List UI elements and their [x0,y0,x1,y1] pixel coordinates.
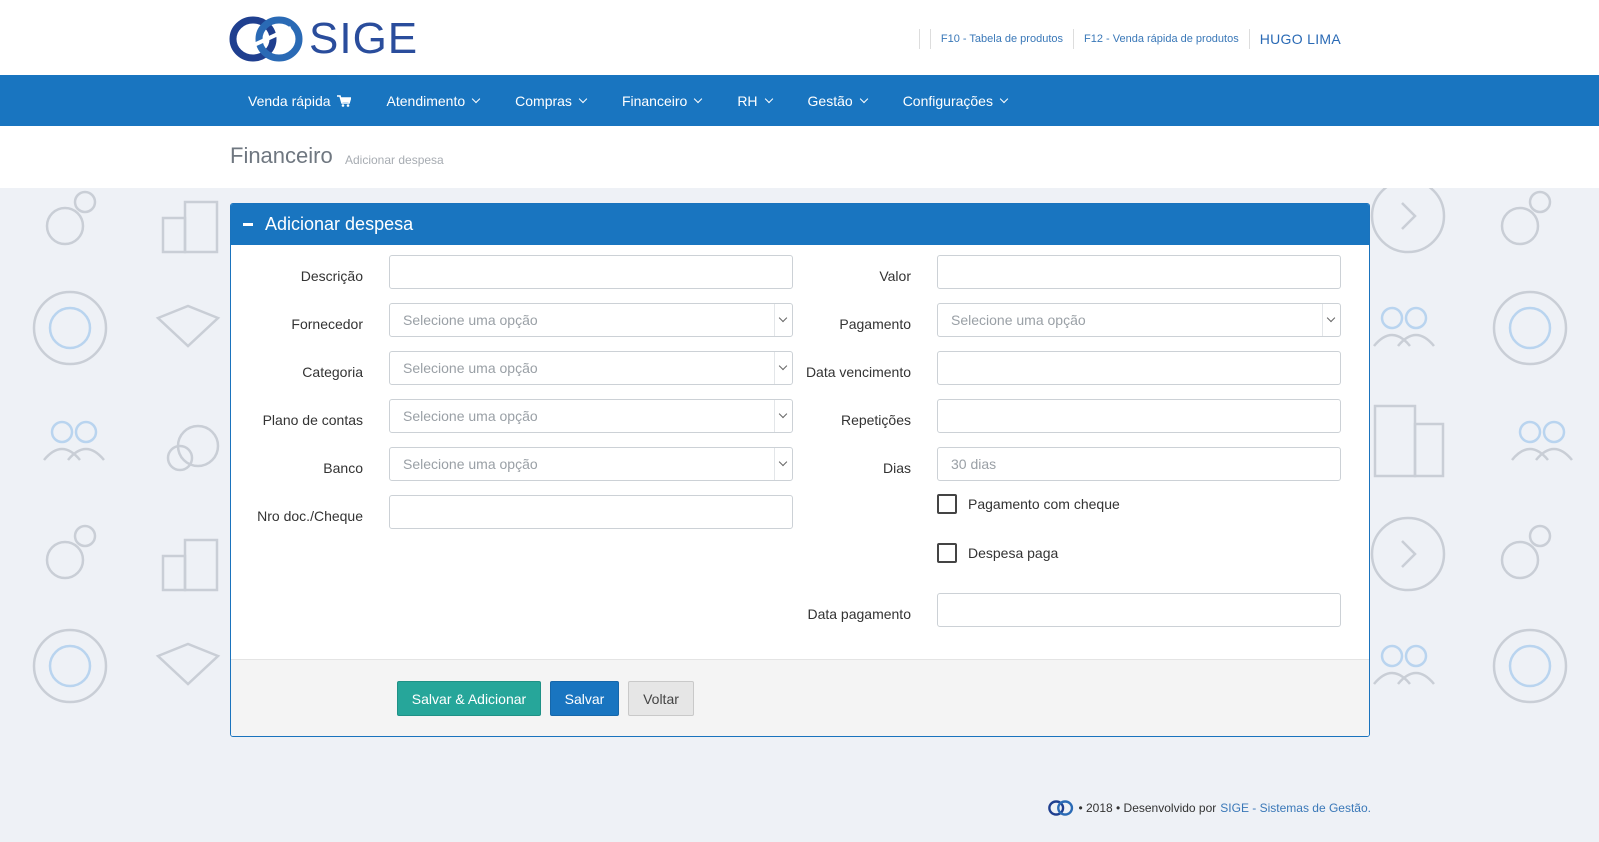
page-footer: • 2018 • Desenvolvido por SIGE - Sistema… [1048,800,1371,816]
nav-menu: Venda rápida Atendimento Compras Finance… [230,75,1025,126]
label-data-vencimento: Data vencimento [805,364,911,380]
nav-item-label: Gestão [807,92,853,109]
checkbox-box[interactable] [937,543,957,563]
nav-item-rh[interactable]: RH [719,75,789,126]
select-value: Selecione uma opção [951,312,1086,328]
checkbox-label: Despesa paga [968,545,1059,561]
label-pagamento: Pagamento [839,316,911,332]
valor-input[interactable] [937,255,1341,289]
logo-text: SIGE [309,14,419,63]
panel-header[interactable]: Adicionar despesa [231,204,1369,245]
footer-brand-link[interactable]: SIGE - Sistemas de Gestão. [1220,801,1371,815]
label-dias: Dias [882,460,911,476]
save-button[interactable]: Salvar [550,681,619,716]
link-quick-sale[interactable]: F12 - Venda rápida de produtos [1084,33,1239,45]
label-valor: Valor [879,268,911,284]
divider [1248,29,1250,49]
nav-item-label: Compras [515,92,572,109]
top-header: SIGE F10 - Tabela de produtos F12 - Vend… [0,0,1599,75]
nav-item-configuracoes[interactable]: Configurações [885,75,1025,126]
select-value: Selecione uma opção [403,456,538,472]
user-menu[interactable]: HUGO LIMA [1260,31,1341,47]
chevron-down-icon [999,94,1009,103]
checkbox-label: Pagamento com cheque [968,496,1120,512]
data-pagamento-input[interactable] [937,593,1341,627]
top-links: F10 - Tabela de produtos F12 - Venda ráp… [909,28,1341,50]
chevron-down-icon [859,94,868,103]
panel-title: Adicionar despesa [265,214,414,234]
chevron-down-icon [578,94,588,103]
page-header: Financeiro Adicionar despesa [0,126,1599,188]
data-vencimento-input[interactable] [937,351,1341,385]
divider [929,29,931,49]
pagamento-select[interactable]: Selecione uma opção [937,303,1341,337]
dias-input[interactable]: 30 dias [937,447,1341,481]
save-and-add-button[interactable]: Salvar & Adicionar [397,681,541,716]
label-data-pagamento: Data pagamento [807,606,911,622]
label-nro-doc-cheque: Nro doc./Cheque [257,508,363,524]
chevron-down-icon [1322,304,1340,336]
cart-icon [336,94,351,107]
add-expense-panel: Adicionar despesa Descrição Fornecedor S… [230,203,1370,737]
despesa-paga-checkbox[interactable]: Despesa paga [937,543,1058,563]
label-plano-de-contas: Plano de contas [262,412,363,428]
nav-item-venda-rapida[interactable]: Venda rápida [230,75,369,126]
nav-item-label: Atendimento [386,92,466,109]
back-button[interactable]: Voltar [628,681,694,716]
nav-item-label: Venda rápida [248,92,331,109]
label-descricao: Descrição [300,268,363,284]
panel-footer: Salvar & Adicionar Salvar Voltar [231,659,1369,736]
nav-item-compras[interactable]: Compras [497,75,604,126]
nro-doc-cheque-input[interactable] [389,495,793,529]
divider [918,29,920,49]
nav-item-label: RH [737,92,758,109]
link-product-table[interactable]: F10 - Tabela de produtos [941,33,1063,45]
nav-item-label: Financeiro [621,92,688,109]
sige-logo-icon [229,16,303,62]
nav-item-atendimento[interactable]: Atendimento [369,75,498,126]
sige-logo[interactable]: SIGE [229,14,419,63]
checkbox-box[interactable] [937,494,957,514]
select-value: Selecione uma opção [403,312,538,328]
divider [1073,29,1074,49]
chevron-down-icon [764,94,773,103]
pagamento-com-cheque-checkbox[interactable]: Pagamento com cheque [937,494,1120,514]
page-title: Financeiro [230,143,333,168]
nav-item-gestao[interactable]: Gestão [790,75,885,126]
label-categoria: Categoria [302,364,363,380]
label-fornecedor: Fornecedor [291,316,363,332]
nav-item-label: Configurações [902,92,993,109]
select-value: Selecione uma opção [403,360,538,376]
collapse-icon[interactable] [243,223,253,226]
repeticoes-input[interactable] [937,399,1341,433]
label-banco: Banco [323,460,363,476]
chevron-down-icon [694,94,703,103]
select-value: Selecione uma opção [403,408,538,424]
sige-logo-icon [1048,800,1074,816]
nav-item-financeiro[interactable]: Financeiro [604,75,719,126]
footer-text: • 2018 • Desenvolvido por [1078,801,1217,815]
page-subtitle: Adicionar despesa [345,153,444,167]
chevron-down-icon [471,94,481,103]
main-navbar: Venda rápida Atendimento Compras Finance… [0,75,1599,126]
label-repeticoes: Repetições [840,412,911,428]
